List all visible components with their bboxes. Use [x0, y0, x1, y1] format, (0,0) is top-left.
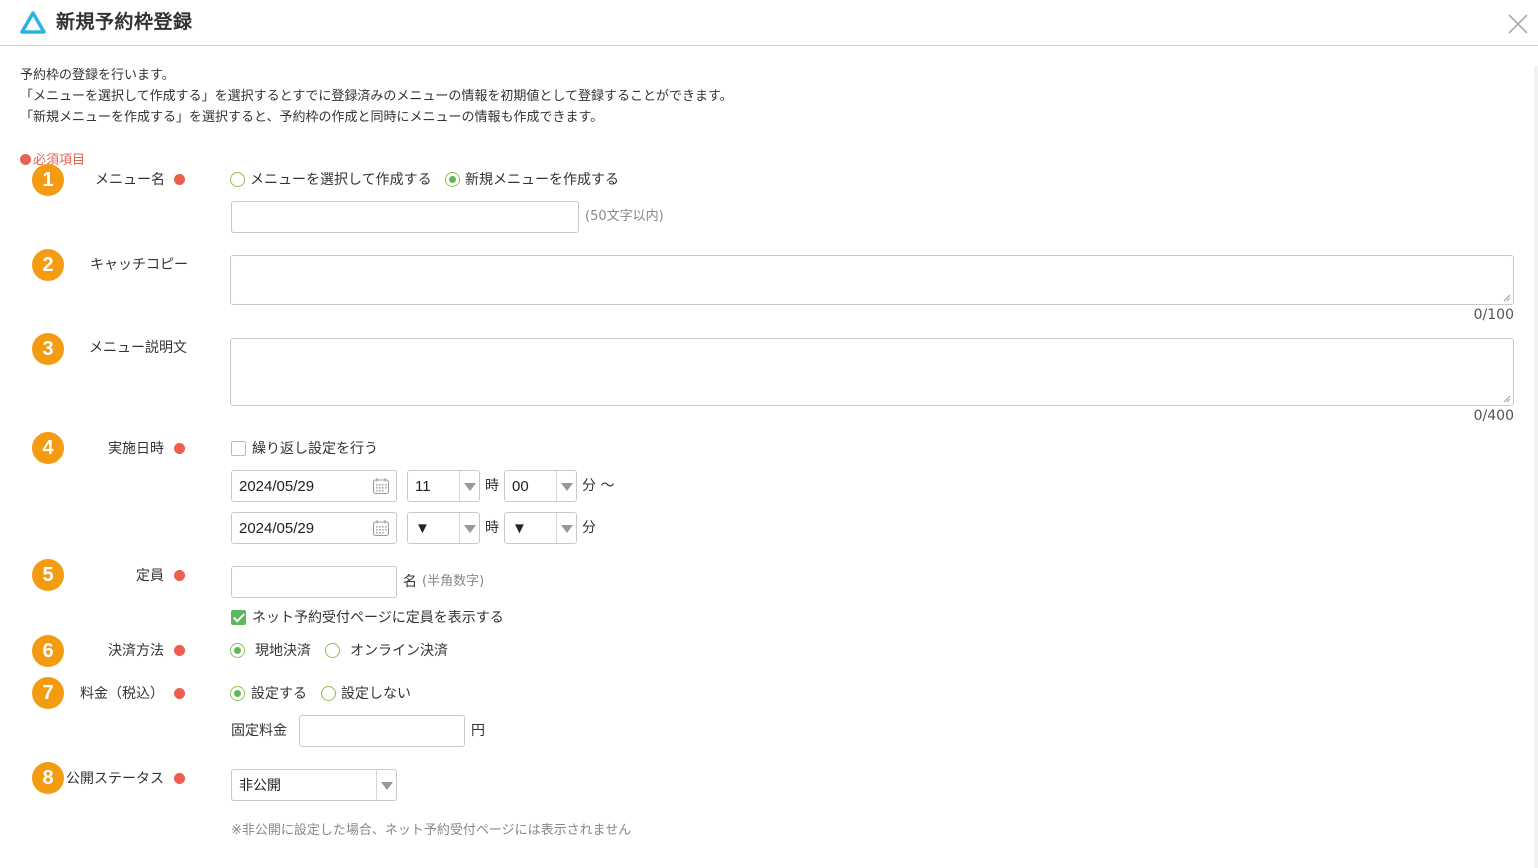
status-select[interactable]: 非公開 [231, 769, 397, 801]
capacity-unit: 名 [403, 574, 417, 590]
menu-name-label: メニュー名 [95, 172, 165, 188]
start-date-value: 2024/05/29 [239, 478, 315, 495]
resize-grip-icon[interactable] [1503, 395, 1511, 403]
required-dot-icon [174, 443, 185, 454]
end-hour-select[interactable]: ▼ [407, 512, 480, 544]
price-label: 料金（税込） [80, 686, 164, 702]
start-date-input[interactable]: 2024/05/29 [231, 470, 397, 502]
description-label: メニュー説明文 [89, 340, 187, 356]
intro-line: 予約枠の登録を行います。 [20, 68, 175, 83]
radio-select-menu[interactable] [230, 172, 245, 187]
fixed-price-label: 固定料金 [231, 723, 287, 739]
radio-onsite-payment-label[interactable]: 現地決済 [255, 641, 311, 661]
step-number: 3 [32, 333, 64, 365]
chevron-down-icon [459, 513, 479, 543]
status-label: 公開ステータス [66, 771, 164, 787]
intro-line: 「メニューを選択して作成する」を選択するとすでに登録済みのメニューの情報を初期値… [20, 89, 733, 104]
capacity-hint: (半角数字) [422, 574, 485, 589]
radio-price-set[interactable] [230, 686, 245, 701]
chevron-down-icon [556, 513, 576, 543]
close-icon[interactable] [1506, 12, 1530, 36]
end-date-input[interactable]: 2024/05/29 [231, 512, 397, 544]
required-dot-icon [174, 174, 185, 185]
step-number: 2 [32, 249, 64, 281]
end-hour-value: ▼ [415, 520, 430, 537]
start-minute-select[interactable]: 00 [504, 470, 577, 502]
radio-price-unset-label[interactable]: 設定しない [341, 684, 411, 704]
capacity-label: 定員 [136, 568, 164, 584]
scrollbar-track[interactable] [1534, 66, 1538, 868]
triangle-logo-icon [20, 11, 46, 34]
radio-price-unset[interactable] [321, 686, 336, 701]
calendar-icon[interactable] [372, 519, 390, 537]
modal-header: 新規予約枠登録 [0, 0, 1538, 46]
required-dot-icon [174, 645, 185, 656]
datetime-label: 実施日時 [108, 441, 164, 457]
step-number: 1 [32, 164, 64, 196]
radio-online-payment-label[interactable]: オンライン決済 [350, 641, 448, 661]
radio-select-menu-label[interactable]: メニューを選択して作成する [250, 170, 432, 190]
description-textarea[interactable] [230, 338, 1514, 406]
chevron-down-icon [556, 471, 576, 501]
intro-text: 予約枠の登録を行います。 「メニューを選択して作成する」を選択するとすでに登録済… [20, 65, 733, 128]
status-value: 非公開 [239, 778, 281, 794]
radio-online-payment[interactable] [325, 643, 340, 658]
end-minute-value: ▼ [512, 520, 527, 537]
intro-line: 「新規メニューを作成する」を選択すると、予約枠の作成と同時にメニューの情報も作成… [20, 110, 604, 125]
minute-unit: 分 [582, 520, 596, 536]
start-hour-select[interactable]: 11 [407, 470, 480, 502]
show-capacity-label[interactable]: ネット予約受付ページに定員を表示する [252, 608, 504, 628]
minute-range-unit: 分 〜 [582, 478, 615, 494]
start-minute-value: 00 [512, 478, 529, 495]
calendar-icon[interactable] [372, 477, 390, 495]
step-number: 8 [32, 762, 64, 794]
step-number: 4 [32, 432, 64, 464]
hour-unit: 時 [485, 478, 499, 494]
modal-title: 新規予約枠登録 [56, 11, 193, 33]
menu-name-input[interactable] [231, 201, 579, 233]
price-unit: 円 [471, 723, 485, 739]
radio-new-menu-label[interactable]: 新規メニューを作成する [465, 170, 619, 190]
fixed-price-input[interactable] [299, 715, 465, 747]
repeat-checkbox-label[interactable]: 繰り返し設定を行う [252, 439, 378, 459]
radio-onsite-payment[interactable] [230, 643, 245, 658]
start-hour-value: 11 [415, 478, 431, 495]
radio-new-menu[interactable] [445, 172, 460, 187]
show-capacity-checkbox[interactable] [231, 610, 246, 625]
chevron-down-icon [376, 770, 396, 800]
required-dot-icon [174, 773, 185, 784]
description-counter: 0/400 [1473, 408, 1514, 424]
required-dot-icon [174, 570, 185, 581]
repeat-checkbox[interactable] [231, 441, 246, 456]
step-number: 6 [32, 635, 64, 667]
resize-grip-icon[interactable] [1503, 294, 1511, 302]
payment-label: 決済方法 [108, 643, 164, 659]
capacity-input[interactable] [231, 566, 397, 598]
status-note: ※非公開に設定した場合、ネット予約受付ページには表示されません [231, 823, 632, 838]
catch-copy-textarea[interactable] [230, 255, 1514, 305]
menu-name-hint: (50文字以内) [585, 209, 664, 224]
catch-copy-label: キャッチコピー [90, 257, 188, 273]
end-date-value: 2024/05/29 [239, 520, 315, 537]
catch-copy-counter: 0/100 [1473, 307, 1514, 323]
end-minute-select[interactable]: ▼ [504, 512, 577, 544]
required-dot-icon [20, 154, 31, 165]
chevron-down-icon [459, 471, 479, 501]
step-number: 5 [32, 559, 64, 591]
step-number: 7 [32, 677, 64, 709]
hour-unit: 時 [485, 520, 499, 536]
required-dot-icon [174, 688, 185, 699]
radio-price-set-label[interactable]: 設定する [251, 684, 307, 704]
